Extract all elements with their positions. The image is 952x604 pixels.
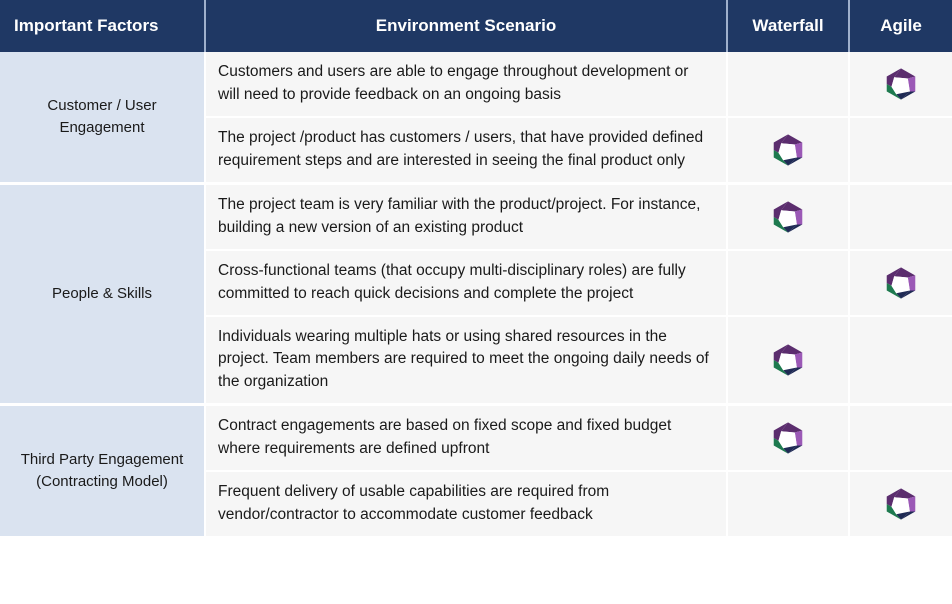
agile-marker-cell[interactable] <box>849 403 952 473</box>
hexagon-marker-icon <box>884 487 918 521</box>
hexagon-marker-icon <box>884 67 918 101</box>
table-row: Customer / User Engagement Customers and … <box>0 52 952 185</box>
scenario-cell: The project /product has customers / use… <box>205 116 728 185</box>
scenario-cell: Contract engagements are based on fixed … <box>205 403 728 473</box>
scenario-cell: Frequent delivery of usable capabilities… <box>205 471 728 539</box>
hexagon-marker-icon <box>771 200 805 234</box>
waterfall-marker-cell[interactable] <box>727 403 850 473</box>
factor-cell: People & Skills <box>0 181 206 406</box>
factor-cell: Third Party Engagement (Contracting Mode… <box>0 403 206 539</box>
table-header: Important Factors Environment Scenario Wat… <box>0 0 952 52</box>
agile-marker-cell[interactable] <box>849 181 952 251</box>
agile-marker-cell[interactable] <box>849 52 952 118</box>
hexagon-marker-icon <box>771 133 805 167</box>
waterfall-marker-cell[interactable] <box>727 52 850 118</box>
table-row: Third Party Engagement (Contracting Mode… <box>0 403 952 539</box>
column-header-factor[interactable]: Important Factors <box>0 0 206 52</box>
column-header-agile[interactable]: Agile <box>849 0 952 52</box>
table-row: People & Skills The project team is very … <box>0 181 952 406</box>
scenario-cell: The project team is very familiar with t… <box>205 181 728 251</box>
column-header-scenario[interactable]: Environment Scenario <box>205 0 728 52</box>
waterfall-marker-cell[interactable] <box>727 471 850 539</box>
table-body: Customer / User Engagement Customers and … <box>0 52 952 539</box>
agile-marker-cell[interactable] <box>849 116 952 185</box>
waterfall-vs-agile-matrix: Important Factors Environment Scenario Wat… <box>0 0 952 539</box>
hexagon-marker-icon <box>884 266 918 300</box>
header-row: Important Factors Environment Scenario Wat… <box>0 0 952 52</box>
waterfall-marker-cell[interactable] <box>727 116 850 185</box>
factor-cell: Customer / User Engagement <box>0 52 206 185</box>
agile-marker-cell[interactable] <box>849 249 952 317</box>
hexagon-marker-icon <box>771 343 805 377</box>
scenario-cell: Individuals wearing multiple hats or usi… <box>205 315 728 406</box>
waterfall-marker-cell[interactable] <box>727 181 850 251</box>
scenario-cell: Cross-functional teams (that occupy mult… <box>205 249 728 317</box>
hexagon-marker-icon <box>771 421 805 455</box>
scenario-cell: Customers and users are able to engage t… <box>205 52 728 118</box>
agile-marker-cell[interactable] <box>849 315 952 406</box>
waterfall-marker-cell[interactable] <box>727 249 850 317</box>
waterfall-marker-cell[interactable] <box>727 315 850 406</box>
column-header-waterfall[interactable]: Waterfall <box>727 0 850 52</box>
agile-marker-cell[interactable] <box>849 471 952 539</box>
